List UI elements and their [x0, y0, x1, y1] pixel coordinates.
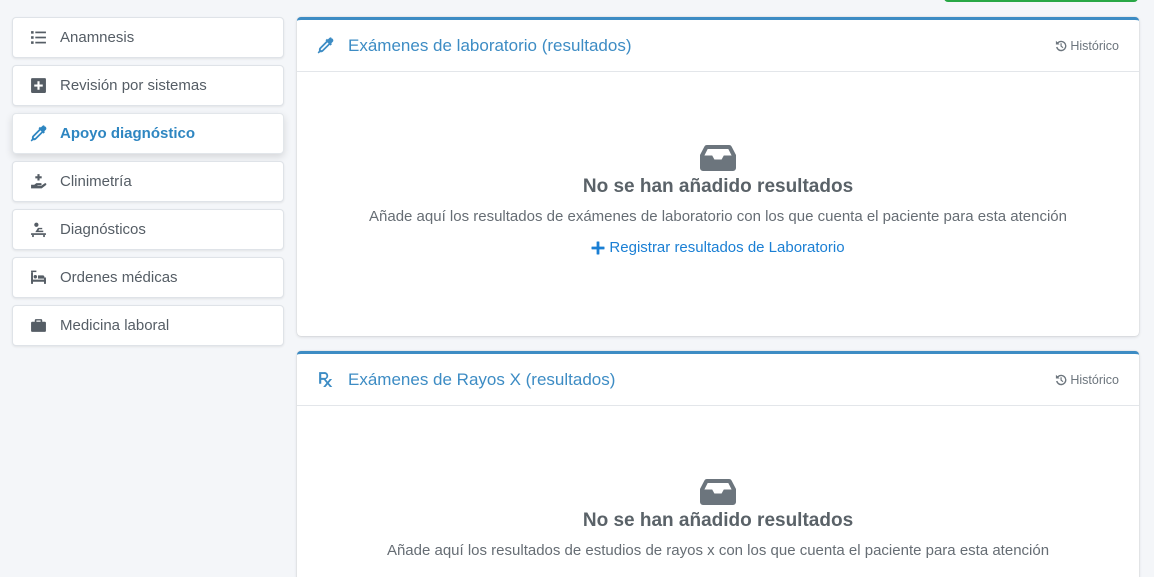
- card-header: Exámenes de Rayos X (resultados) Históri…: [297, 354, 1139, 406]
- empty-state: No se han añadido resultados Añade aquí …: [297, 406, 1139, 559]
- lab-results-card: Exámenes de laboratorio (resultados) His…: [297, 17, 1139, 336]
- sidebar-item-label: Clinimetría: [60, 173, 132, 190]
- sidebar-item-clinimetria[interactable]: Clinimetría: [12, 161, 284, 202]
- sidebar-item-label: Diagnósticos: [60, 221, 146, 238]
- procedures-icon: [29, 221, 47, 239]
- empty-title: No se han añadido resultados: [582, 176, 854, 197]
- historico-link[interactable]: Histórico: [1055, 373, 1119, 387]
- sidebar-item-label: Apoyo diagnóstico: [60, 125, 195, 142]
- register-lab-results-label: Registrar resultados de Laboratorio: [609, 239, 845, 256]
- register-lab-results-link[interactable]: Registrar resultados de Laboratorio: [591, 239, 845, 256]
- historico-link[interactable]: Histórico: [1055, 39, 1119, 53]
- empty-description: Añade aquí los resultados de estudios de…: [386, 542, 1050, 559]
- empty-state: No se han añadido resultados Añade aquí …: [297, 72, 1139, 260]
- sidebar-item-apoyo-diagnostico[interactable]: Apoyo diagnóstico: [12, 113, 284, 154]
- briefcase-medical-icon: [29, 317, 47, 335]
- eyedropper-icon: [29, 125, 47, 143]
- sidebar-item-ordenes-medicas[interactable]: Ordenes médicas: [12, 257, 284, 298]
- sidebar-item-label: Ordenes médicas: [60, 269, 178, 286]
- history-icon: [1056, 374, 1067, 385]
- prescription-icon: [317, 371, 335, 389]
- top-action-button[interactable]: [944, 0, 1138, 2]
- card-header: Exámenes de laboratorio (resultados) His…: [297, 20, 1139, 72]
- eyedropper-icon: [317, 37, 335, 55]
- page-root: Anamnesis Revisión por sistemas Apoyo di…: [0, 0, 1154, 577]
- plus-square-icon: [29, 77, 47, 95]
- card-title: Exámenes de Rayos X (resultados): [348, 369, 616, 389]
- historico-label: Histórico: [1070, 38, 1119, 53]
- sidebar-item-label: Medicina laboral: [60, 317, 170, 334]
- xray-results-card: Exámenes de Rayos X (resultados) Históri…: [297, 351, 1139, 577]
- sidebar-item-label: Revisión por sistemas: [60, 77, 207, 94]
- historico-label: Histórico: [1070, 372, 1119, 387]
- list-icon: [29, 29, 47, 47]
- sidebar-nav: Anamnesis Revisión por sistemas Apoyo di…: [12, 17, 284, 353]
- inbox-icon: [699, 144, 737, 172]
- card-title: Exámenes de laboratorio (resultados): [348, 35, 632, 55]
- sidebar-item-medicina-laboral[interactable]: Medicina laboral: [12, 305, 284, 346]
- bed-icon: [29, 269, 47, 287]
- empty-description: Añade aquí los resultados de exámenes de…: [369, 208, 1067, 225]
- sidebar-item-diagnosticos[interactable]: Diagnósticos: [12, 209, 284, 250]
- history-icon: [1056, 40, 1067, 51]
- empty-title: No se han añadido resultados: [582, 510, 854, 531]
- hand-holding-medical-icon: [29, 173, 47, 191]
- sidebar-item-revision-sistemas[interactable]: Revisión por sistemas: [12, 65, 284, 106]
- sidebar-item-anamnesis[interactable]: Anamnesis: [12, 17, 284, 58]
- sidebar-item-label: Anamnesis: [60, 29, 135, 46]
- plus-icon: [591, 241, 605, 254]
- inbox-icon: [699, 478, 737, 506]
